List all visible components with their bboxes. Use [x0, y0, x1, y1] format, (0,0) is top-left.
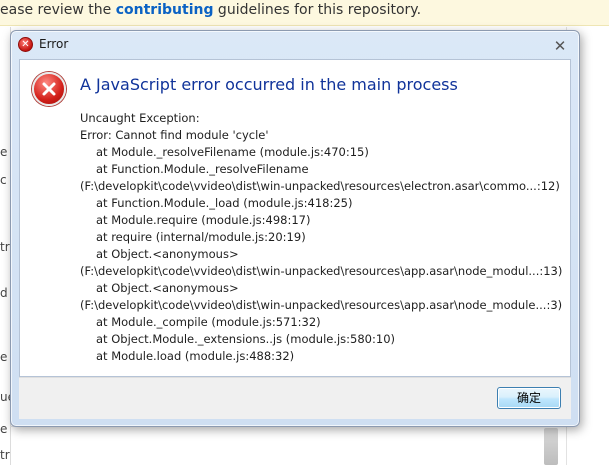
detail-line: at Object.<anonymous>	[96, 281, 239, 295]
detail-line: at Object.<anonymous>	[96, 247, 239, 261]
detail-line: at Function.Module._resolveFilename	[96, 162, 309, 176]
background-text-fragment: ue	[0, 390, 10, 404]
background-text-fragment: e	[0, 350, 8, 364]
detail-line: at Module._compile (module.js:571:32)	[96, 315, 321, 329]
banner-prefix: ease review the	[0, 2, 116, 18]
main-instruction: A JavaScript error occurred in the main …	[80, 75, 458, 94]
error-title-icon: ✕	[18, 37, 33, 52]
dialog-content: A JavaScript error occurred in the main …	[19, 59, 571, 377]
detail-line: (F:\developkit\code\vvideo\dist\win-unpa…	[80, 298, 563, 312]
background-text-fragment: d	[0, 286, 8, 300]
detail-line: Uncaught Exception:	[80, 111, 200, 125]
ok-button[interactable]: 确定	[497, 387, 561, 409]
banner-suffix: guidelines for this repository.	[213, 2, 422, 18]
dialog-footer: 确定	[19, 377, 571, 419]
error-x-glyph	[42, 82, 56, 96]
background-text-fragment: tr	[0, 240, 10, 254]
close-icon: ✕	[553, 37, 567, 55]
background-text-fragment: tr	[0, 448, 10, 462]
background-text-fragment: c	[0, 173, 7, 187]
dialog-title: Error	[39, 37, 69, 51]
detail-line: at require (internal/module.js:20:19)	[96, 230, 306, 244]
detail-line: at Module._resolveFilename (module.js:47…	[96, 145, 369, 159]
contributing-link[interactable]: contributing	[116, 2, 214, 18]
error-dialog: ✕ Error ✕ A JavaScript error occurred in…	[10, 30, 580, 427]
detail-line: Error: Cannot find module 'cycle'	[80, 128, 269, 142]
contributing-banner: ease review the contributing guidelines …	[0, 0, 609, 26]
background-text-fragment: e	[0, 145, 8, 159]
detail-line: at Function.Module._load (module.js:418:…	[96, 196, 353, 210]
background-scrollbar-thumb[interactable]	[544, 428, 558, 465]
detail-line: at Module.load (module.js:488:32)	[96, 349, 295, 363]
detail-line: at Object.Module._extensions..js (module…	[96, 332, 395, 346]
detail-line: at Module.require (module.js:498:17)	[96, 213, 311, 227]
close-button[interactable]: ✕	[549, 37, 571, 55]
dialog-titlebar[interactable]: ✕ Error ✕	[11, 31, 579, 59]
detail-line: (F:\developkit\code\vvideo\dist\win-unpa…	[80, 179, 560, 193]
error-icon	[32, 72, 66, 106]
detail-line: (F:\developkit\code\vvideo\dist\win-unpa…	[80, 264, 563, 278]
background-text-fragment: e	[0, 422, 8, 436]
error-detail-text: Uncaught Exception: Error: Cannot find mo…	[80, 110, 568, 365]
